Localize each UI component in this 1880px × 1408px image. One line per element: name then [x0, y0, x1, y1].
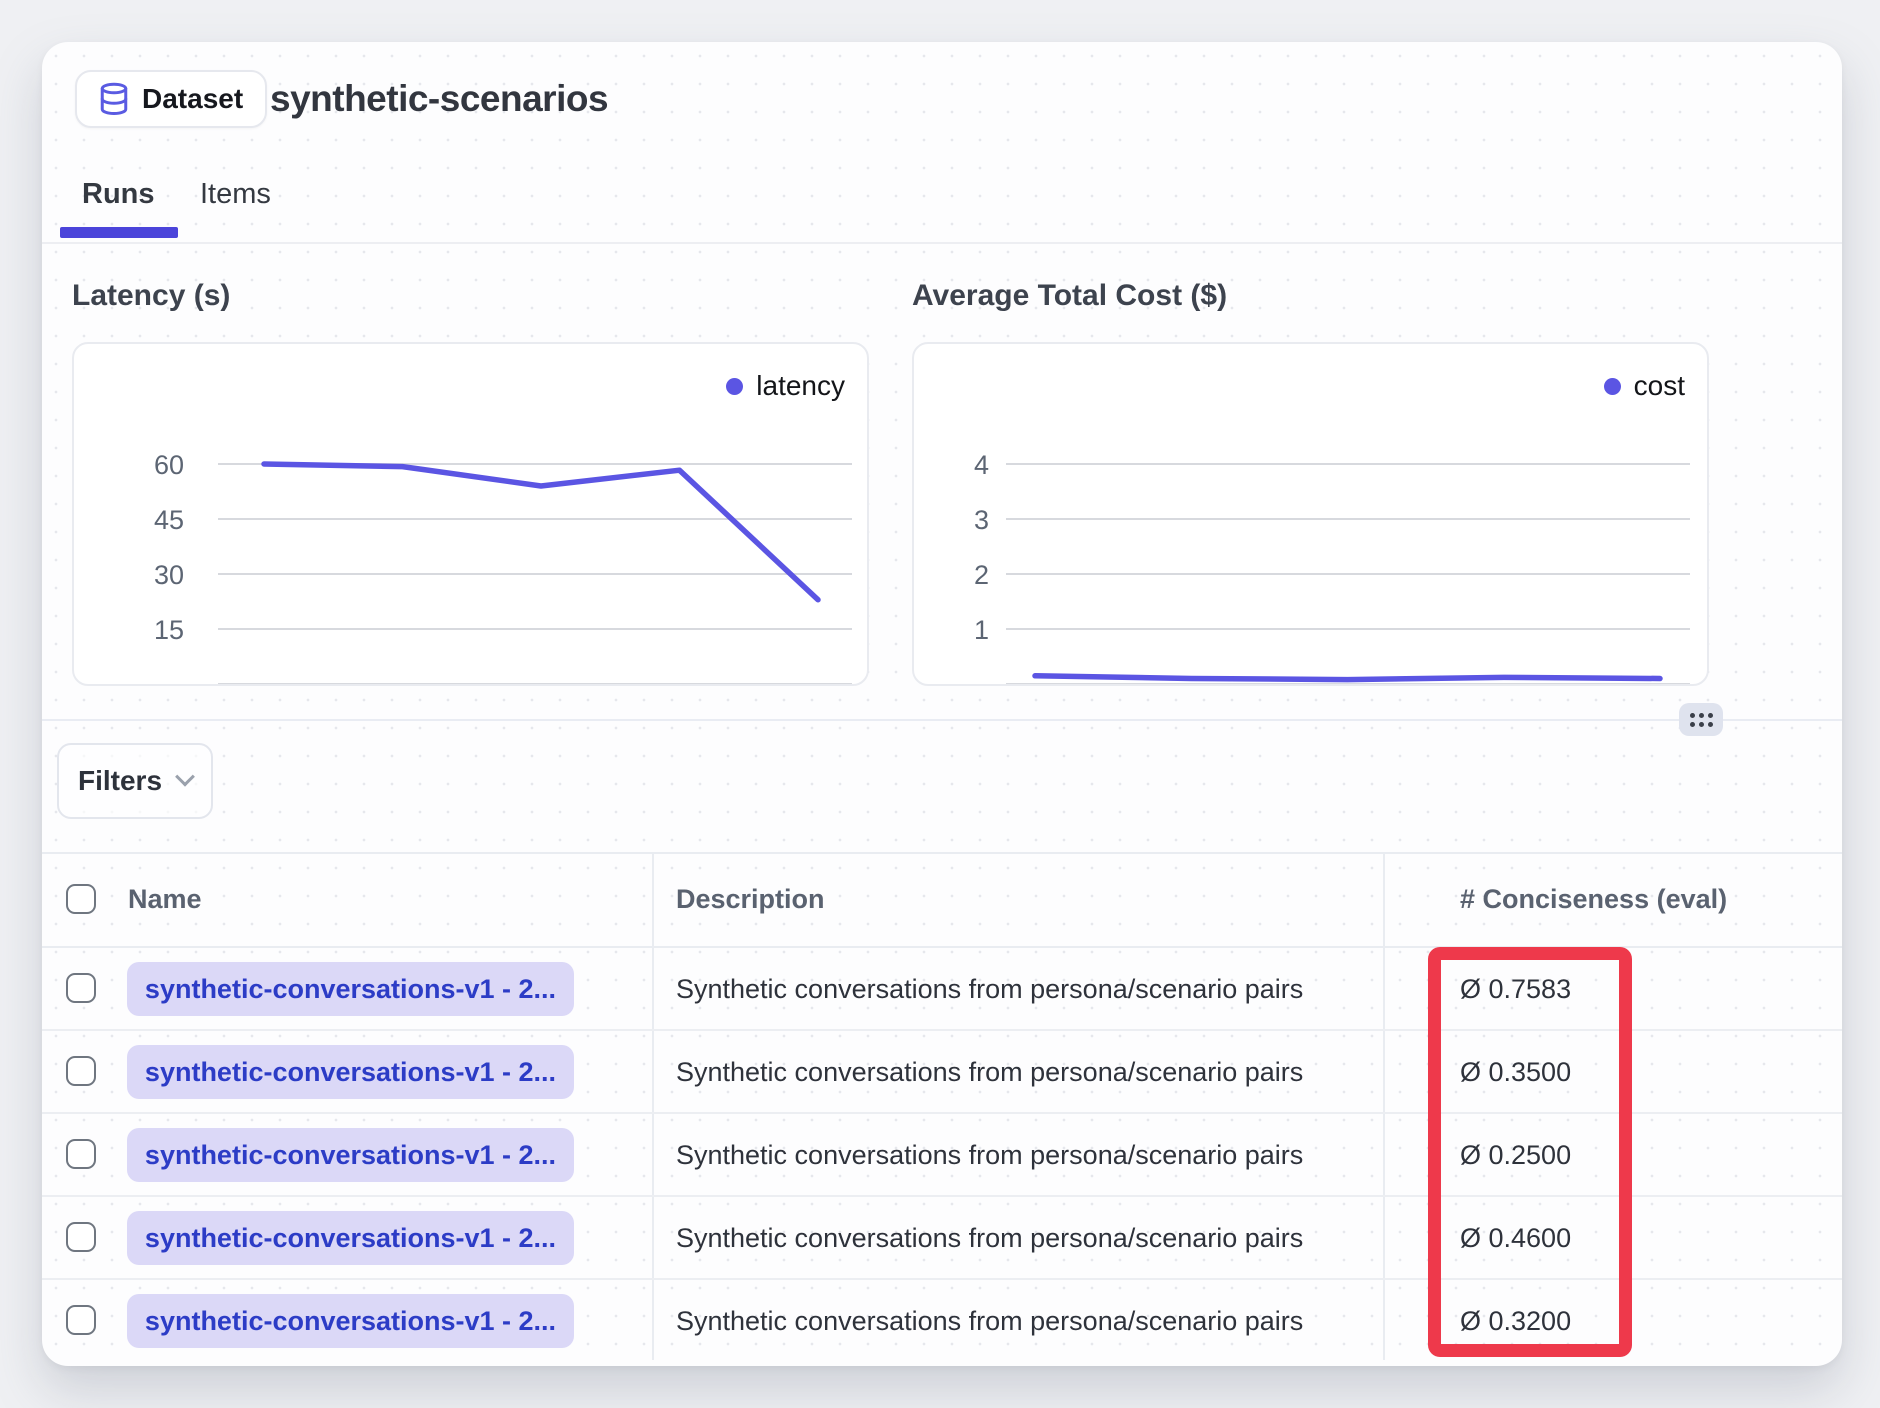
cost-chart-title: Average Total Cost ($)	[912, 279, 1227, 313]
latency-chart: 15 30 45 60 latency	[72, 342, 869, 686]
run-conciseness-value: Ø 0.2500	[1460, 1114, 1571, 1197]
filters-label: Filters	[78, 765, 162, 797]
chevron-down-icon	[175, 767, 195, 787]
cost-legend-label: cost	[1634, 370, 1685, 402]
svg-text:15: 15	[154, 615, 184, 645]
svg-text:2: 2	[974, 560, 989, 590]
section-divider	[42, 719, 1842, 721]
latency-legend: latency	[726, 370, 845, 402]
run-conciseness-value: Ø 0.3200	[1460, 1280, 1571, 1363]
svg-text:30: 30	[154, 560, 184, 590]
dataset-card: Dataset synthetic-scenarios Runs Items L…	[42, 42, 1842, 1366]
tab-runs[interactable]: Runs	[82, 178, 155, 211]
database-icon	[99, 82, 129, 116]
row-checkbox[interactable]	[66, 1056, 96, 1086]
badge-label: Dataset	[142, 83, 243, 115]
filters-button[interactable]: Filters	[57, 743, 213, 819]
table-row[interactable]: synthetic-conversations-v1 - 2... Synthe…	[42, 1031, 1842, 1114]
run-conciseness-value: Ø 0.4600	[1460, 1197, 1571, 1280]
resize-handle[interactable]	[1679, 703, 1723, 736]
run-description: Synthetic conversations from persona/sce…	[676, 1114, 1303, 1197]
column-header-conciseness[interactable]: # Conciseness (eval)	[1460, 852, 1727, 946]
table-row[interactable]: synthetic-conversations-v1 - 2... Synthe…	[42, 1114, 1842, 1197]
run-description: Synthetic conversations from persona/sce…	[676, 1197, 1303, 1280]
row-checkbox[interactable]	[66, 1139, 96, 1169]
cost-legend-dot	[1604, 378, 1621, 395]
run-description: Synthetic conversations from persona/sce…	[676, 948, 1303, 1031]
latency-legend-dot	[726, 378, 743, 395]
grip-dots-icon	[1690, 713, 1713, 727]
dataset-badge: Dataset	[75, 70, 267, 128]
run-name-link[interactable]: synthetic-conversations-v1 - 2...	[127, 1294, 574, 1348]
table-row[interactable]: synthetic-conversations-v1 - 2... Synthe…	[42, 1280, 1842, 1363]
table-body: synthetic-conversations-v1 - 2... Synthe…	[42, 948, 1842, 1363]
tab-items[interactable]: Items	[200, 178, 271, 211]
row-checkbox[interactable]	[66, 973, 96, 1003]
table-row[interactable]: synthetic-conversations-v1 - 2... Synthe…	[42, 1197, 1842, 1280]
cost-chart: 1 2 3 4 cost	[912, 342, 1709, 686]
run-name-link[interactable]: synthetic-conversations-v1 - 2...	[127, 1211, 574, 1265]
row-checkbox[interactable]	[66, 1222, 96, 1252]
run-name-link[interactable]: synthetic-conversations-v1 - 2...	[127, 1128, 574, 1182]
run-description: Synthetic conversations from persona/sce…	[676, 1280, 1303, 1363]
column-header-description[interactable]: Description	[676, 852, 825, 946]
svg-text:60: 60	[154, 450, 184, 480]
svg-text:4: 4	[974, 450, 989, 480]
run-description: Synthetic conversations from persona/sce…	[676, 1031, 1303, 1114]
latency-legend-label: latency	[756, 370, 845, 402]
header-divider	[42, 242, 1842, 244]
latency-chart-title: Latency (s)	[72, 279, 230, 313]
select-all-checkbox[interactable]	[66, 884, 96, 914]
svg-text:45: 45	[154, 505, 184, 535]
column-header-name[interactable]: Name	[128, 852, 202, 946]
page-title: synthetic-scenarios	[270, 70, 608, 128]
row-checkbox[interactable]	[66, 1305, 96, 1335]
run-name-link[interactable]: synthetic-conversations-v1 - 2...	[127, 962, 574, 1016]
table-row[interactable]: synthetic-conversations-v1 - 2... Synthe…	[42, 948, 1842, 1031]
run-name-link[interactable]: synthetic-conversations-v1 - 2...	[127, 1045, 574, 1099]
active-tab-underline	[60, 227, 178, 238]
run-conciseness-value: Ø 0.7583	[1460, 948, 1571, 1031]
svg-text:1: 1	[974, 615, 989, 645]
cost-chart-plot: 1 2 3 4	[914, 344, 1707, 684]
svg-text:3: 3	[974, 505, 989, 535]
cost-legend: cost	[1604, 370, 1685, 402]
run-conciseness-value: Ø 0.3500	[1460, 1031, 1571, 1114]
